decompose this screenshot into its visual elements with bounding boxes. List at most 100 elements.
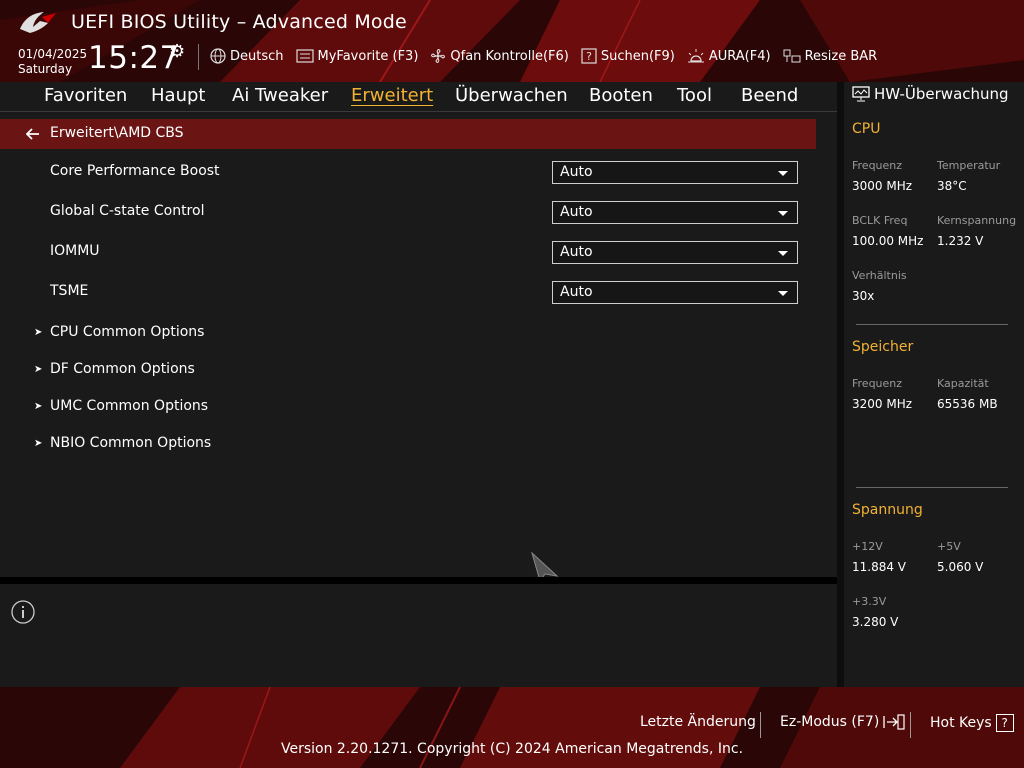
memory-capacity-value: 65536 MB: [937, 397, 998, 411]
memory-section-title: Speicher: [852, 339, 914, 355]
ratio-label: Verhältnis: [852, 269, 907, 282]
voltage-section-title: Spannung: [852, 502, 923, 518]
main-menu-bar: Favoriten Haupt Ai Tweaker Erweitert Übe…: [0, 82, 837, 112]
myfavorite-label: MyFavorite (F3): [317, 48, 419, 64]
aura-button[interactable]: AURA(F4): [687, 46, 771, 66]
language-button[interactable]: Deutsch: [210, 46, 284, 66]
globe-icon: [210, 48, 226, 64]
select-value: Auto: [560, 284, 593, 300]
favorite-list-icon: [295, 49, 314, 63]
submenu-label: CPU Common Options: [50, 324, 205, 340]
cpu-temperature-value: 38°C: [937, 179, 967, 193]
back-arrow-icon[interactable]: [24, 125, 42, 143]
weekday-text: Saturday: [18, 62, 73, 76]
bclk-value: 100.00 MHz: [852, 234, 924, 248]
v33-label: +3.3V: [852, 595, 887, 608]
submenu-cpu-common-options[interactable]: ➤ CPU Common Options: [34, 321, 204, 343]
app-title: UEFI BIOS Utility – Advanced Mode: [71, 11, 407, 33]
submenu-arrow-icon: ➤: [34, 437, 43, 449]
help-area: [0, 584, 837, 687]
submenu-label: NBIO Common Options: [50, 435, 212, 451]
hot-keys-label: Hot Keys: [930, 715, 992, 731]
resize-bar-button[interactable]: Resize BAR: [783, 46, 877, 66]
v5-label: +5V: [937, 540, 961, 553]
core-performance-boost-select[interactable]: Auto: [552, 161, 798, 184]
cpu-frequency-label: Frequenz: [852, 159, 903, 172]
select-value: Auto: [560, 164, 593, 180]
hw-divider: [856, 324, 1008, 325]
ez-mode-button[interactable]: Ez-Modus (F7): [780, 714, 905, 730]
tab-erweitert[interactable]: Erweitert: [351, 85, 433, 106]
header-divider: [198, 44, 199, 70]
date-display: 01/04/2025 Saturday: [18, 47, 87, 77]
language-label: Deutsch: [230, 48, 284, 64]
submenu-label: UMC Common Options: [50, 398, 209, 414]
hw-monitor-panel: HW-Überwachung CPU Frequenz 3000 MHz Tem…: [844, 82, 1024, 687]
footer: Letzte Änderung Ez-Modus (F7) Hot Keys ?…: [0, 687, 1024, 768]
cpu-section-title: CPU: [852, 121, 881, 137]
dropdown-caret-icon: [778, 171, 788, 176]
gear-icon[interactable]: ⚙: [169, 41, 185, 62]
hot-keys-button[interactable]: Hot Keys ?: [930, 714, 1014, 732]
memory-capacity-label: Kapazität: [937, 377, 989, 390]
tab-tool[interactable]: Tool: [677, 85, 712, 106]
svg-text:?: ?: [586, 50, 592, 63]
dropdown-caret-icon: [778, 211, 788, 216]
qfan-label: Qfan Kontrolle(F6): [450, 48, 569, 64]
cpu-temperature-label: Temperatur: [937, 159, 1001, 172]
tsme-select[interactable]: Auto: [552, 281, 798, 304]
tab-ueberwachen[interactable]: Überwachen: [455, 85, 568, 106]
panel-separator: [0, 577, 837, 584]
submenu-df-common-options[interactable]: ➤ DF Common Options: [34, 358, 195, 380]
qfan-button[interactable]: Qfan Kontrolle(F6): [430, 46, 569, 66]
v5-value: 5.060 V: [937, 560, 984, 574]
footer-divider: [760, 712, 761, 738]
v33-value: 3.280 V: [852, 615, 899, 629]
tab-ai-tweaker[interactable]: Ai Tweaker: [232, 85, 328, 106]
cpu-frequency-value: 3000 MHz: [852, 179, 913, 193]
hw-divider: [856, 487, 1008, 488]
last-change-button[interactable]: Letzte Änderung: [640, 714, 756, 730]
submenu-arrow-icon: ➤: [34, 400, 43, 412]
fan-icon: [431, 49, 446, 63]
breadcrumb: Erweitert\AMD CBS: [0, 119, 816, 149]
help-question-icon: ?: [995, 714, 1014, 732]
ratio-value: 30x: [852, 289, 875, 303]
global-c-state-control-select[interactable]: Auto: [552, 201, 798, 224]
submenu-nbio-common-options[interactable]: ➤ NBIO Common Options: [34, 432, 211, 454]
core-voltage-label: Kernspannung: [937, 214, 1017, 227]
submenu-arrow-icon: ➤: [34, 363, 43, 375]
resize-bar-icon: [783, 49, 801, 63]
iommu-select[interactable]: Auto: [552, 241, 798, 264]
search-button[interactable]: ? Suchen(F9): [581, 46, 675, 66]
bclk-label: BCLK Freq: [852, 214, 908, 227]
memory-frequency-value: 3200 MHz: [852, 397, 913, 411]
info-icon: [11, 600, 35, 624]
tab-haupt[interactable]: Haupt: [151, 85, 205, 106]
tab-booten[interactable]: Booten: [589, 85, 653, 106]
hw-monitor-title-text: HW-Überwachung: [874, 85, 1009, 103]
aura-light-icon: [687, 49, 704, 63]
ez-mode-label: Ez-Modus (F7): [780, 714, 880, 730]
copyright-text: Version 2.20.1271. Copyright (C) 2024 Am…: [280, 741, 744, 757]
select-value: Auto: [560, 204, 593, 220]
setting-label-core-performance-boost: Core Performance Boost: [50, 163, 220, 179]
footer-divider: [910, 712, 911, 738]
header: UEFI BIOS Utility – Advanced Mode 01/04/…: [0, 0, 1024, 82]
select-value: Auto: [560, 244, 593, 260]
submenu-umc-common-options[interactable]: ➤ UMC Common Options: [34, 395, 208, 417]
setting-label-tsme: TSME: [50, 283, 89, 299]
setting-label-global-c-state-control: Global C-state Control: [50, 203, 205, 219]
dropdown-caret-icon: [778, 251, 788, 256]
core-voltage-value: 1.232 V: [937, 234, 984, 248]
submenu-arrow-icon: ➤: [34, 326, 43, 338]
tab-favoriten[interactable]: Favoriten: [44, 85, 127, 106]
myfavorite-button[interactable]: MyFavorite (F3): [295, 46, 419, 66]
rog-logo-icon: [20, 12, 56, 33]
question-icon: ?: [581, 48, 597, 64]
dropdown-caret-icon: [778, 291, 788, 296]
main-panel: Favoriten Haupt Ai Tweaker Erweitert Übe…: [0, 82, 837, 687]
aura-label: AURA(F4): [708, 48, 771, 64]
time-display: 15:27: [88, 40, 180, 76]
tab-beend[interactable]: Beend: [741, 85, 798, 106]
